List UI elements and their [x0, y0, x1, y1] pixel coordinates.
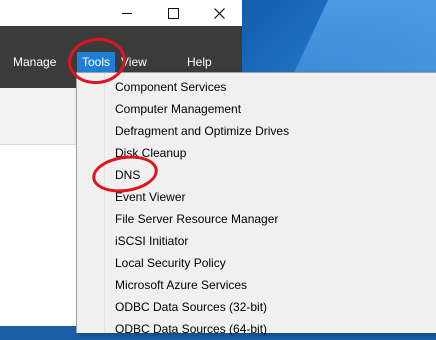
menu-item-computer-management[interactable]: Computer Management	[115, 98, 241, 120]
menu-item-disk-cleanup[interactable]: Disk Cleanup	[115, 142, 186, 164]
menu-item-defragment-drives[interactable]: Defragment and Optimize Drives	[115, 120, 289, 142]
menu-item-iscsi-initiator[interactable]: iSCSI Initiator	[115, 230, 188, 252]
menu-item-dns[interactable]: DNS	[115, 164, 140, 186]
close-icon	[213, 7, 225, 19]
minimize-icon	[122, 12, 132, 14]
minimize-button[interactable]	[104, 0, 150, 26]
menu-tools[interactable]: Tools	[77, 52, 116, 72]
maximize-button[interactable]	[150, 0, 196, 26]
menu-help[interactable]: Help	[182, 52, 217, 72]
menu-item-microsoft-azure-services[interactable]: Microsoft Azure Services	[115, 274, 247, 296]
menu-item-local-security-policy[interactable]: Local Security Policy	[115, 252, 226, 274]
menu-icon-gutter	[77, 73, 105, 333]
maximize-icon	[167, 7, 179, 19]
menu-item-odbc-32bit[interactable]: ODBC Data Sources (32-bit)	[115, 296, 267, 318]
menu-item-file-server-resource-manager[interactable]: File Server Resource Manager	[115, 208, 278, 230]
menu-item-odbc-64bit[interactable]: ODBC Data Sources (64-bit)	[115, 318, 267, 340]
menu-item-event-viewer[interactable]: Event Viewer	[115, 186, 185, 208]
tools-dropdown-menu: Component Services Computer Management D…	[76, 72, 436, 336]
title-bar	[0, 0, 242, 26]
menu-manage[interactable]: Manage	[8, 52, 61, 72]
menu-item-component-services[interactable]: Component Services	[115, 76, 226, 98]
close-button[interactable]	[196, 0, 242, 26]
menu-view[interactable]: View	[116, 52, 152, 72]
